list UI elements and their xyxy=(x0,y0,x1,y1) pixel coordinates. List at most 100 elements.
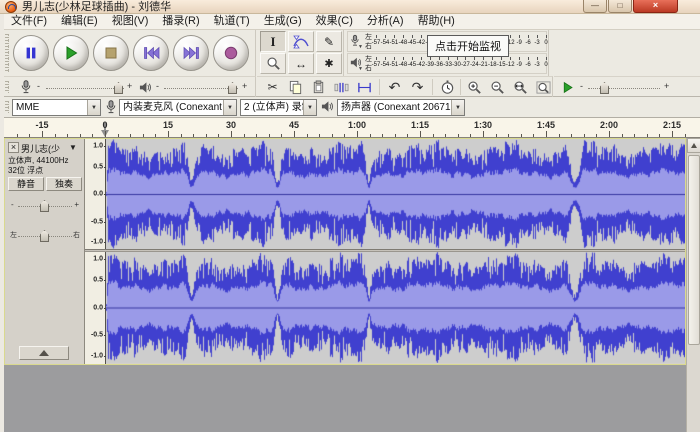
input-volume-mic-icon xyxy=(20,80,32,94)
stop-button[interactable] xyxy=(93,35,129,71)
ruler-label: 1:15 xyxy=(411,120,429,130)
track-menu-dropdown-icon[interactable]: ▼ xyxy=(69,143,77,152)
speed-slider[interactable] xyxy=(588,88,660,89)
envelope-tool-button[interactable] xyxy=(288,31,314,52)
draw-tool-button[interactable]: ✎ xyxy=(316,31,342,52)
timeshift-tool-button[interactable]: ↔ xyxy=(288,53,314,74)
vertical-scrollbar[interactable] xyxy=(686,138,700,432)
play-icon xyxy=(63,45,79,61)
audio-host-select[interactable]: MME ▼ xyxy=(12,99,101,116)
menu-item-8[interactable]: 帮助(H) xyxy=(411,14,462,29)
magnifier-icon xyxy=(266,56,281,71)
pause-button[interactable] xyxy=(13,35,49,71)
ruler-tick xyxy=(496,134,497,137)
gain-slider-thumb[interactable] xyxy=(40,200,49,212)
toolbar-grip[interactable] xyxy=(5,34,9,72)
menu-item-7[interactable]: 分析(A) xyxy=(360,14,411,29)
track-pan-slider[interactable]: 左 右 xyxy=(9,227,81,243)
track-name[interactable]: 男儿志(少 xyxy=(21,142,67,155)
fit-selection-button[interactable] xyxy=(510,78,531,96)
scroll-up-button[interactable] xyxy=(687,138,700,153)
output-device-select[interactable]: 扬声器 (Conexant 20671 S ▼ xyxy=(337,99,465,116)
chevron-down-icon: ▼ xyxy=(451,100,464,115)
selection-tool-button[interactable]: I xyxy=(260,31,286,52)
speed-thumb[interactable] xyxy=(600,82,609,94)
skip-to-start-button[interactable] xyxy=(133,35,169,71)
ruler-tick xyxy=(622,134,623,137)
close-button[interactable]: × xyxy=(633,0,678,13)
track-close-button[interactable]: × xyxy=(8,142,19,153)
track-collapse-button[interactable] xyxy=(19,346,69,360)
zoom-out-button[interactable] xyxy=(487,78,508,96)
ruler-tick xyxy=(294,131,295,137)
redo-button[interactable]: ↷ xyxy=(407,78,428,96)
minimize-button[interactable]: — xyxy=(583,0,607,13)
zoom-tool-button[interactable] xyxy=(260,53,286,74)
input-device-value: 内装麦克风 (Conexant 206 xyxy=(120,100,223,115)
zoom-out-icon xyxy=(490,80,505,95)
undo-button[interactable]: ↶ xyxy=(384,78,405,96)
monitoring-tooltip[interactable]: 点击开始监视 xyxy=(427,35,509,57)
fit-project-button[interactable] xyxy=(533,78,554,96)
input-volume-max-label: + xyxy=(127,81,132,91)
meter-tick xyxy=(528,57,529,60)
trim-icon xyxy=(334,80,349,95)
play-button[interactable] xyxy=(53,35,89,71)
timeline-ruler[interactable]: -1501530451:001:151:301:452:002:15 xyxy=(4,118,700,138)
meter-tick xyxy=(448,57,449,60)
amplitude-ruler-ch2: 1.00.50.0-0.5-1.0 xyxy=(85,252,106,363)
skip-to-end-button[interactable] xyxy=(173,35,209,71)
silence-icon xyxy=(357,80,372,95)
toolbar-grip[interactable] xyxy=(5,101,9,113)
track-gain-slider[interactable]: - + xyxy=(9,197,81,213)
meter-tick xyxy=(546,57,547,60)
sync-lock-button[interactable] xyxy=(437,78,458,96)
meter-tick xyxy=(385,35,386,38)
pan-slider-thumb[interactable] xyxy=(40,230,49,242)
copy-button[interactable] xyxy=(285,78,306,96)
input-channels-select[interactable]: 2 (立体声) 录制 ▼ xyxy=(240,99,317,116)
zoom-in-button[interactable] xyxy=(464,78,485,96)
output-volume-thumb[interactable] xyxy=(228,82,237,94)
menu-bar: 文件(F)编辑(E)视图(V)播录(R)轨道(T)生成(G)效果(C)分析(A)… xyxy=(4,14,700,30)
input-volume-thumb[interactable] xyxy=(114,82,123,94)
menu-item-2[interactable]: 视图(V) xyxy=(105,14,156,29)
silence-selection-button[interactable] xyxy=(354,78,375,96)
toolbar-grip[interactable] xyxy=(5,81,9,93)
zoom-in-icon xyxy=(467,80,482,95)
meter-dropdown-icon[interactable]: ▼ xyxy=(358,44,363,50)
multi-tool-button[interactable]: ✱ xyxy=(316,53,342,74)
waveform-channel-right[interactable] xyxy=(106,252,685,363)
play-at-speed-button[interactable] xyxy=(558,79,576,96)
menu-item-1[interactable]: 编辑(E) xyxy=(54,14,105,29)
maximize-button[interactable]: □ xyxy=(608,0,632,13)
ruler-tick xyxy=(571,134,572,137)
ruler-tick xyxy=(672,131,673,137)
record-button[interactable] xyxy=(213,35,249,71)
menu-item-3[interactable]: 播录(R) xyxy=(155,14,206,29)
input-device-select[interactable]: 内装麦克风 (Conexant 206 ▼ xyxy=(119,99,237,116)
tools-toolbar: I ✎ ↔ ✱ xyxy=(257,30,344,76)
trim-outside-selection-button[interactable] xyxy=(331,78,352,96)
meter-tick xyxy=(519,57,520,60)
mute-button[interactable]: 静音 xyxy=(8,177,44,191)
scrollbar-thumb[interactable] xyxy=(688,155,700,345)
ruler-tick xyxy=(218,134,219,137)
cut-button[interactable]: ✂ xyxy=(262,78,283,96)
collapse-up-icon xyxy=(39,350,49,356)
input-volume-slider[interactable] xyxy=(46,88,124,89)
paste-button[interactable] xyxy=(308,78,329,96)
menu-item-4[interactable]: 轨道(T) xyxy=(207,14,257,29)
waveform-channel-left[interactable] xyxy=(106,139,685,249)
solo-button[interactable]: 独奏 xyxy=(46,177,82,191)
meter-dropdown-icon[interactable]: ▼ xyxy=(358,66,363,72)
ruler-tick xyxy=(634,134,635,137)
ruler-tick xyxy=(559,134,560,137)
ruler-tick xyxy=(319,134,320,137)
pan-right-label: 右 xyxy=(73,230,80,240)
menu-item-0[interactable]: 文件(F) xyxy=(4,14,54,29)
output-volume-slider[interactable] xyxy=(164,88,238,89)
menu-item-6[interactable]: 效果(C) xyxy=(309,14,360,29)
title-bar[interactable]: 男儿志(少林足球插曲) - 刘德华 — □ × xyxy=(0,0,700,14)
menu-item-5[interactable]: 生成(G) xyxy=(257,14,309,29)
